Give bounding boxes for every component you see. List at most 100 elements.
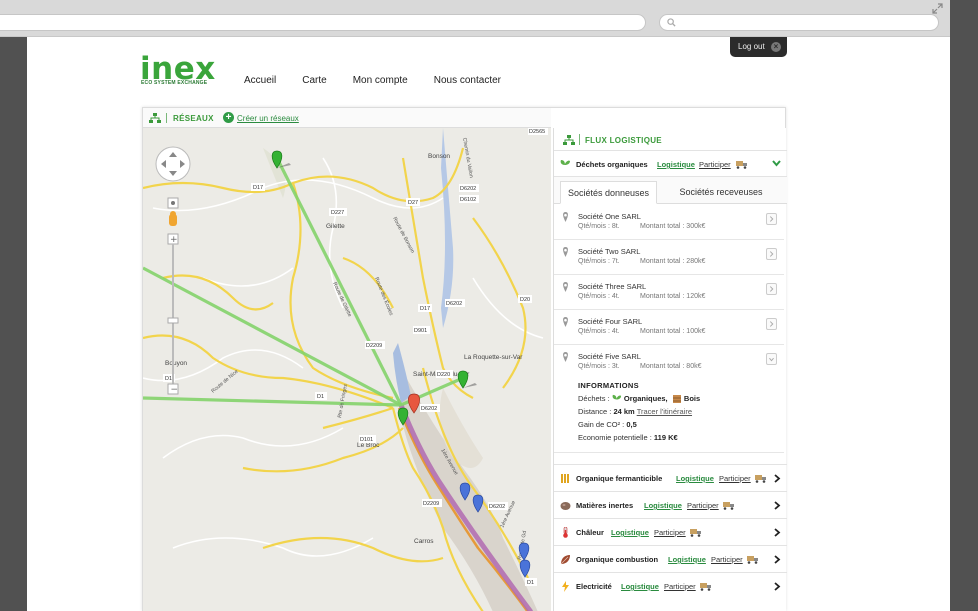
sprout-icon xyxy=(612,394,621,405)
company-amount: Montant total : 100k€ xyxy=(640,328,706,335)
info-value: 0,5 xyxy=(626,420,637,429)
map-label-d101: D101 xyxy=(360,437,373,443)
category-chaleur[interactable]: Châleur Logistique Participer xyxy=(554,518,787,545)
map-toolbar: RÉSEAUX + Créer un réseaux xyxy=(143,108,551,128)
logistique-link[interactable]: Logistique xyxy=(657,160,695,169)
map-label-d2209b: D2209 xyxy=(423,501,439,507)
company-amount: Montant total : 280k€ xyxy=(640,258,706,265)
close-icon: × xyxy=(771,42,781,52)
category-dechets-organiques[interactable]: Déchets organiques Logistique Participer xyxy=(554,151,787,177)
trace-route-link[interactable]: Tracer l'itinéraire xyxy=(637,407,692,416)
company-name: Société One SARL xyxy=(578,212,641,221)
company-item[interactable]: Société Two SARL Qté/mois : 7t. Montant … xyxy=(554,240,784,275)
map-label-d6202c: D6202 xyxy=(421,406,437,412)
chevron-right-icon[interactable] xyxy=(773,582,781,591)
company-name: Société Two SARL xyxy=(578,247,641,256)
logout-button[interactable]: Log out × xyxy=(730,37,787,57)
info-value: 119 K€ xyxy=(653,433,678,442)
logistique-link[interactable]: Logistique xyxy=(644,501,682,510)
truck-icon xyxy=(755,475,766,483)
create-network-link[interactable]: Créer un réseaux xyxy=(237,114,299,123)
company-item[interactable]: Société Three SARL Qté/mois : 4t. Montan… xyxy=(554,275,784,310)
info-dechets: Déchets : Organiques, Bois xyxy=(578,394,700,405)
map-label-bouyon: Bouyon xyxy=(165,360,187,367)
pan-control[interactable] xyxy=(155,146,191,182)
company-item[interactable]: Société One SARL Qté/mois : 8t. Montant … xyxy=(554,205,784,240)
network-icon xyxy=(563,135,575,145)
company-item[interactable]: Société Four SARL Qté/mois : 4t. Montant… xyxy=(554,310,784,345)
add-icon[interactable]: + xyxy=(223,112,234,123)
expand-icon[interactable] xyxy=(932,3,943,14)
participer-link[interactable]: Participer xyxy=(711,555,743,564)
info-label: Gain de CO² : xyxy=(578,420,625,429)
category-name: Matières inertes xyxy=(576,501,634,510)
nav-accueil[interactable]: Accueil xyxy=(244,75,276,86)
chevron-right-icon[interactable] xyxy=(773,501,781,510)
company-item-expanded[interactable]: Société Five SARL Qté/mois : 3t. Montant… xyxy=(554,345,784,453)
participer-link[interactable]: Participer xyxy=(687,501,719,510)
participer-link[interactable]: Participer xyxy=(664,582,696,591)
location-pin-icon xyxy=(563,317,568,327)
wheat-icon xyxy=(561,474,569,483)
company-name: Société Five SARL xyxy=(578,352,641,361)
truck-icon xyxy=(690,529,701,537)
chevron-right-icon[interactable] xyxy=(766,318,777,330)
map-label-le-broc: Le Broc xyxy=(357,442,380,449)
map-label-d901: D901 xyxy=(414,328,427,334)
chevron-right-icon[interactable] xyxy=(773,528,781,537)
browser-search-field[interactable] xyxy=(659,14,939,31)
map-canvas[interactable]: Bonson Gilette La Roquette-sur-Var Saint… xyxy=(143,128,551,611)
category-electricite[interactable]: Electricité Logistique Participer xyxy=(554,572,787,599)
svg-text:−: − xyxy=(171,385,179,395)
participer-link[interactable]: Participer xyxy=(719,474,751,483)
company-qty: Qté/mois : 7t. xyxy=(578,258,620,265)
category-matieres-inertes[interactable]: Matières inertes Logistique Participer xyxy=(554,491,787,518)
map-label-d6202d: D6202 xyxy=(489,504,505,510)
logistique-link[interactable]: Logistique xyxy=(668,555,706,564)
truck-icon xyxy=(747,556,758,564)
category-organique-combustion[interactable]: Organique combustion Logistique Particip… xyxy=(554,545,787,572)
map-label-d20: D20 xyxy=(520,297,530,303)
svg-text:+: + xyxy=(170,235,178,245)
panel-divider xyxy=(579,134,580,145)
participer-link[interactable]: Participer xyxy=(654,528,686,537)
map-label-carros: Carros xyxy=(414,538,434,545)
chevron-right-icon[interactable] xyxy=(766,248,777,260)
truck-icon xyxy=(736,161,747,169)
chevron-down-icon[interactable] xyxy=(766,353,777,365)
url-field[interactable] xyxy=(0,14,646,31)
thermometer-icon xyxy=(563,527,568,538)
category-organique-fermanticible[interactable]: Organique fermanticible Logistique Parti… xyxy=(554,464,787,491)
logistique-link[interactable]: Logistique xyxy=(621,582,659,591)
nav-carte[interactable]: Carte xyxy=(302,75,326,86)
logout-label: Log out xyxy=(738,42,765,51)
chevron-right-icon[interactable] xyxy=(773,555,781,564)
category-name: Electricité xyxy=(576,582,612,591)
logo[interactable]: inex ECO SYSTEM EXCHANGE xyxy=(140,51,220,89)
category-name: Déchets organiques xyxy=(576,160,648,169)
nav-nous-contacter[interactable]: Nous contacter xyxy=(434,75,501,86)
logo-tagline: ECO SYSTEM EXCHANGE xyxy=(141,80,208,86)
chevron-right-icon[interactable] xyxy=(766,283,777,295)
category-name: Châleur xyxy=(576,528,604,537)
info-economie: Economie potentielle : 119 K€ xyxy=(578,433,678,442)
map-label-d6202a: D6202 xyxy=(460,186,476,192)
chevron-down-icon[interactable] xyxy=(772,160,781,167)
browser-toolbar xyxy=(0,0,950,37)
chevron-right-icon[interactable] xyxy=(766,213,777,225)
logistique-link[interactable]: Logistique xyxy=(676,474,714,483)
chevron-right-icon[interactable] xyxy=(773,474,781,483)
info-label: Economie potentielle : xyxy=(578,433,652,442)
company-name: Société Four SARL xyxy=(578,317,643,326)
map[interactable]: Bonson Gilette La Roquette-sur-Var Saint… xyxy=(143,128,551,611)
participer-link[interactable]: Participer xyxy=(699,160,731,169)
company-name: Société Three SARL xyxy=(578,282,647,291)
logistique-link[interactable]: Logistique xyxy=(611,528,649,537)
location-pin-icon xyxy=(563,282,568,292)
nav-mon-compte[interactable]: Mon compte xyxy=(353,75,408,86)
company-qty: Qté/mois : 4t. xyxy=(578,328,620,335)
map-label-d220: D220 xyxy=(437,372,450,378)
street-view-icon[interactable] xyxy=(169,211,177,226)
tab-societes-donneuses[interactable]: Sociétés donneuses xyxy=(560,181,657,204)
tab-societes-receveuses[interactable]: Sociétés receveuses xyxy=(662,181,780,204)
